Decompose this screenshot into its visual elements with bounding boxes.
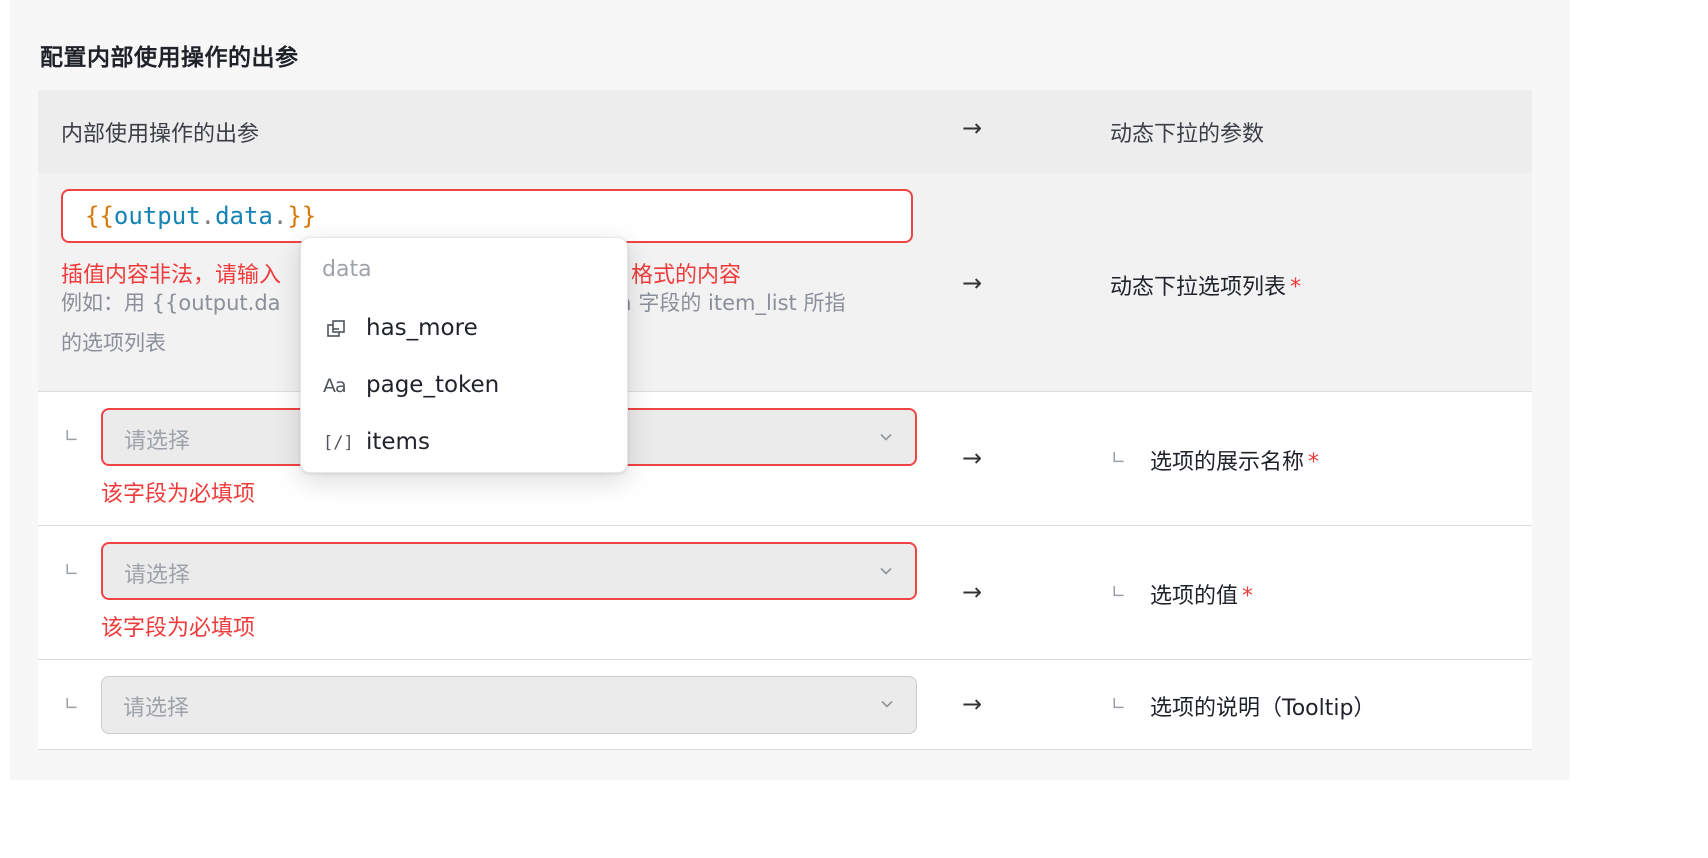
table-row: ∟ 请选择 → ∟ 选项的说明（Tooltip） [38,660,1532,750]
string-icon: Aa [323,375,347,397]
token-data: data [215,202,273,230]
table-header: 内部使用操作的出参 → 动态下拉的参数 [38,90,1532,173]
chevron-down-icon [881,700,893,708]
dropdown-item-label: items [366,429,430,455]
tree-branch-icon: ∟ [64,426,80,447]
token-dot: . [200,202,216,230]
section-title: 配置内部使用操作的出参 [40,45,299,71]
token-close-brace: }} [287,202,317,230]
field-select[interactable]: 请选择 [101,676,917,734]
target-label: 选项的值 * [1150,578,1253,610]
hint-line1-end: ta 字段的 item_list 所指 [610,291,846,315]
chevron-down-icon [880,433,892,441]
header-arrow-icon: → [962,114,983,142]
dropdown-item-label: has_more [366,315,478,341]
field-select[interactable]: 请选择 [101,542,917,600]
array-icon: [/] [323,433,354,453]
select-placeholder: 请选择 [124,563,191,588]
header-source: 内部使用操作的出参 [61,122,260,147]
dropdown-item-items[interactable]: [/] items [301,418,627,468]
select-placeholder: 请选择 [123,696,190,721]
header-target: 动态下拉的参数 [1110,122,1265,147]
arrow-icon: → [962,269,983,297]
dropdown-item-has-more[interactable]: has_more [301,304,627,354]
expression-input[interactable]: {{output.data.}} [61,189,913,243]
target-label-text: 动态下拉选项列表 [1110,275,1287,300]
arrow-icon: → [962,690,983,718]
table-row: ∟ 请选择 该字段为必填项 → ∟ 选项的展示名称 * [38,392,1532,526]
object-icon [327,320,345,337]
target-label: 动态下拉选项列表 * [1110,269,1301,301]
dropdown-item-page-token[interactable]: Aa page_token [301,361,627,411]
field-error: 该字段为必填项 [101,482,256,507]
field-error: 该字段为必填项 [101,616,256,641]
target-label-text: 选项的说明（Tooltip） [1150,696,1376,721]
target-label-text: 选项的值 [1150,584,1239,609]
arrow-icon: → [962,444,983,472]
target-label-text: 选项的展示名称 [1150,450,1305,475]
tree-branch-icon: ∟ [64,560,80,581]
dropdown-title: data [322,257,372,282]
suggestion-dropdown: data has_more Aa page_token [/] items [300,237,628,473]
dropdown-item-label: page_token [366,372,500,398]
token-dot: . [272,202,288,230]
mapping-table: 内部使用操作的出参 → 动态下拉的参数 {{output.data.}} 插值内… [38,90,1532,750]
required-mark: * [1308,450,1320,475]
tree-branch-icon: ∟ [1111,694,1127,715]
table-row: {{output.data.}} 插值内容非法，请输入 格式的内容 例如：用 {… [38,173,1532,392]
required-mark: * [1290,275,1302,300]
target-label: 选项的说明（Tooltip） [1150,690,1375,722]
tree-branch-icon: ∟ [1111,448,1127,469]
arrow-icon: → [962,578,983,606]
tree-branch-icon: ∟ [1111,582,1127,603]
token-output: output [113,202,201,230]
hint-line2: 的选项列表 [61,331,166,355]
token-open-brace: {{ [85,202,114,230]
hint-line1-start: 例如：用 {{output.da [61,291,281,315]
tree-branch-icon: ∟ [64,694,80,715]
chevron-down-icon [880,567,892,575]
table-row: ∟ 请选择 该字段为必填项 → ∟ 选项的值 * [38,526,1532,660]
target-label: 选项的展示名称 * [1150,444,1319,476]
select-placeholder: 请选择 [124,429,191,454]
required-mark: * [1242,584,1254,609]
